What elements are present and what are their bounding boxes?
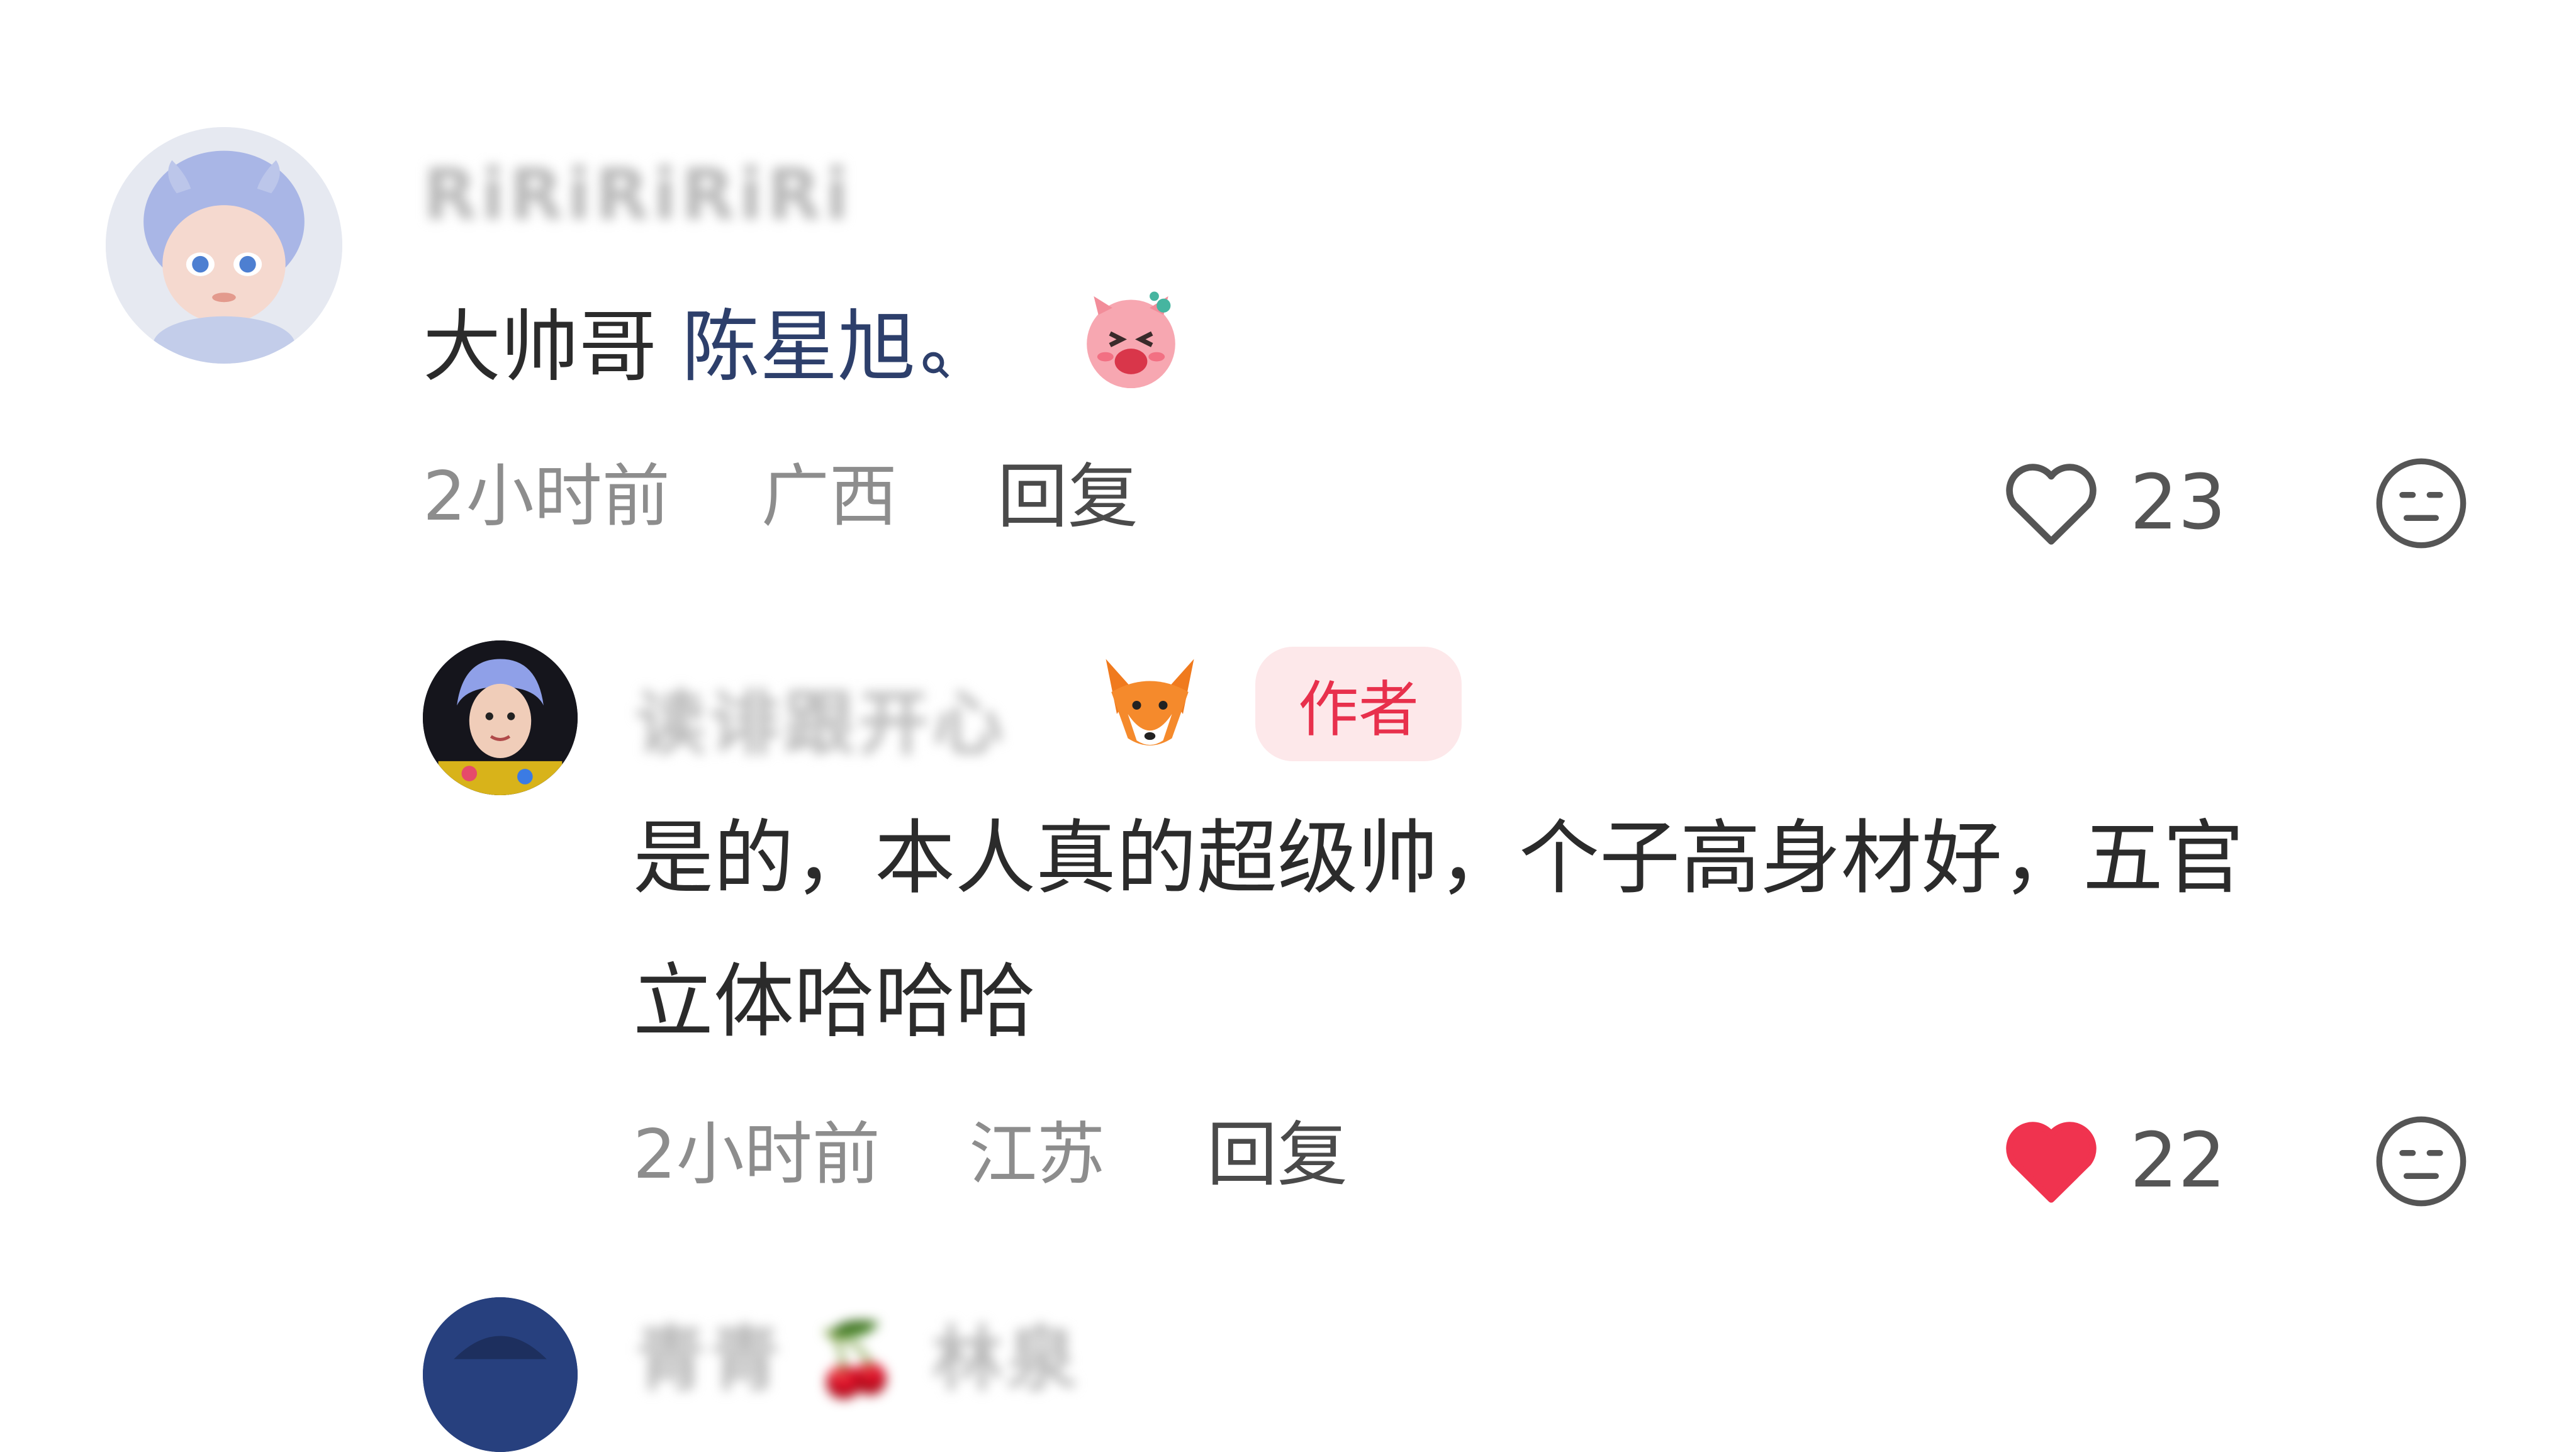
comment-text-prefix: 大帅哥 xyxy=(423,302,682,393)
like-button[interactable] xyxy=(2001,1112,2102,1207)
reply-button[interactable]: 回复 xyxy=(997,453,1138,541)
reply-button[interactable]: 回复 xyxy=(1207,1111,1348,1199)
username[interactable]: 读诽跟开心 xyxy=(636,667,1007,769)
avatar[interactable] xyxy=(423,1297,578,1452)
like-count: 22 xyxy=(2130,1117,2226,1205)
author-badge-label: 作者 xyxy=(1298,674,1419,745)
dislike-button[interactable] xyxy=(2371,453,2472,554)
username[interactable]: 青青 🍒 林泉 xyxy=(636,1302,1080,1404)
laughing-pig-emoji xyxy=(1073,280,1189,396)
meh-face-icon xyxy=(2376,458,2467,549)
heart-filled-icon xyxy=(2006,1122,2097,1203)
avatar-image xyxy=(106,127,342,364)
heart-outline-icon xyxy=(2006,464,2097,545)
like-count: 23 xyxy=(2130,459,2226,547)
meh-face-icon xyxy=(2376,1116,2467,1207)
username[interactable]: RiRiRiRiRi xyxy=(423,154,853,236)
fox-emoji xyxy=(1095,648,1205,758)
comment-time: 2小时前 xyxy=(633,1115,880,1194)
author-badge: 作者 xyxy=(1255,647,1462,761)
like-button[interactable] xyxy=(2001,454,2102,549)
avatar[interactable] xyxy=(423,640,578,795)
avatar-image xyxy=(423,640,578,795)
comment-text-line-2: 立体哈哈哈 xyxy=(633,955,1036,1049)
comment-location: 江苏 xyxy=(969,1115,1106,1194)
comment-text-line-1: 是的，本人真的超级帅，个子高身材好，五官 xyxy=(633,812,2244,905)
mention-link[interactable]: 陈星旭 xyxy=(681,302,916,393)
avatar[interactable] xyxy=(106,127,342,364)
comment-text: 大帅哥 陈星旭 xyxy=(423,297,953,406)
dislike-button[interactable] xyxy=(2371,1111,2472,1212)
comment-time: 2小时前 xyxy=(423,457,670,536)
search-icon[interactable] xyxy=(919,306,953,406)
comment-location: 广西 xyxy=(761,457,898,536)
avatar-image xyxy=(423,1297,578,1452)
